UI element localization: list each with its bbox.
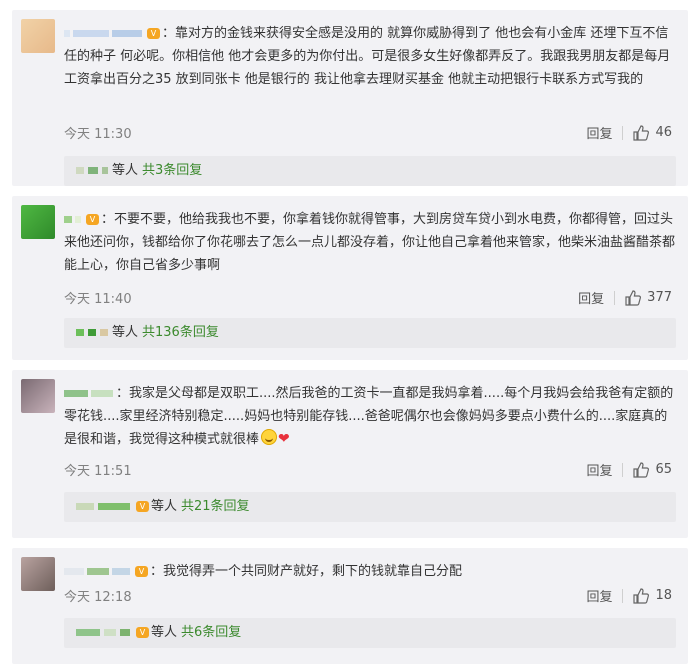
- thumbs-up-icon[interactable]: [633, 124, 650, 141]
- username-mosaic[interactable]: [64, 22, 145, 45]
- like-count: 18: [655, 588, 672, 603]
- vip-badge-icon: V: [136, 627, 149, 638]
- like-count: 377: [647, 290, 672, 305]
- comment-body: V ：我觉得弄一个共同财产就好，剩下的钱就靠自己分配: [64, 560, 676, 583]
- thumbs-up-icon[interactable]: [633, 461, 650, 478]
- comment-text: 我家是父母都是双职工....然后我爸的工资卡一直都是我妈拿着.....每个月我妈…: [64, 386, 674, 447]
- comment-text: 不要不要，他给我我也不要，你拿着钱你就得管事，大到房贷车贷小到水电费，你都得管，…: [64, 212, 676, 273]
- comment-body: ：我家是父母都是双职工....然后我爸的工资卡一直都是我妈拿着.....每个月我…: [64, 382, 676, 451]
- reply-button[interactable]: 回复: [586, 460, 612, 479]
- username-mosaic[interactable]: [64, 560, 133, 583]
- comment-card: ：我家是父母都是双职工....然后我爸的工资卡一直都是我妈拿着.....每个月我…: [12, 370, 688, 538]
- username-mosaic[interactable]: [64, 208, 84, 231]
- comment-text: 我觉得弄一个共同财产就好，剩下的钱就靠自己分配: [163, 564, 463, 579]
- colon: ：: [101, 212, 115, 227]
- comment-card: V ：靠对方的金钱来获得安全感是没用的 就算你威胁得到了 他也会有小金库 还埋下互…: [12, 10, 688, 186]
- sub-replies-who: 等人: [112, 163, 139, 178]
- laughing-emoji-icon: [261, 429, 278, 445]
- like-count: 65: [655, 462, 672, 477]
- reply-button[interactable]: 回复: [586, 586, 612, 605]
- sub-replies-who: 等人: [151, 625, 178, 640]
- sub-replies-box[interactable]: V 等人 共6条回复: [64, 618, 676, 648]
- sub-replies-count-link[interactable]: 共21条回复: [181, 499, 250, 514]
- heart-emoji-icon: ❤: [278, 431, 290, 447]
- vip-badge-icon: V: [86, 214, 99, 225]
- comment-body: V ：不要不要，他给我我也不要，你拿着钱你就得管事，大到房贷车贷小到水电费，你都得…: [64, 208, 676, 277]
- thumbs-up-icon[interactable]: [625, 289, 642, 306]
- divider: [622, 462, 624, 477]
- avatar[interactable]: [21, 379, 55, 413]
- sub-replies-count-link[interactable]: 共6条回复: [181, 625, 241, 640]
- colon: ：: [150, 564, 164, 579]
- sub-replies-box[interactable]: 等人 共136条回复: [64, 318, 676, 348]
- comment-actions: 回复 377: [578, 288, 672, 307]
- reply-button[interactable]: 回复: [578, 288, 604, 307]
- avatar[interactable]: [21, 19, 55, 53]
- vip-badge-icon: V: [136, 501, 149, 512]
- colon: ：: [162, 26, 176, 41]
- username-mosaic[interactable]: [64, 382, 116, 405]
- comment-actions: 回复 18: [586, 586, 672, 605]
- comment-card: V ：不要不要，他给我我也不要，你拿着钱你就得管事，大到房贷车贷小到水电费，你都得…: [12, 196, 688, 360]
- comment-time: 今天 11:51: [64, 464, 132, 479]
- comment-actions: 回复 65: [586, 460, 672, 479]
- sub-replies-box[interactable]: V 等人 共21条回复: [64, 492, 676, 522]
- comment-time: 今天 11:30: [64, 127, 132, 142]
- reply-button[interactable]: 回复: [586, 123, 612, 142]
- sub-replies-who: 等人: [151, 499, 178, 514]
- thumbs-up-icon[interactable]: [633, 587, 650, 604]
- comment-body: V ：靠对方的金钱来获得安全感是没用的 就算你威胁得到了 他也会有小金库 还埋下互…: [64, 22, 676, 91]
- divider: [614, 290, 616, 305]
- divider: [622, 588, 624, 603]
- avatar[interactable]: [21, 205, 55, 239]
- avatar[interactable]: [21, 557, 55, 591]
- divider: [622, 125, 624, 140]
- sub-replies-count-link[interactable]: 共136条回复: [142, 325, 219, 340]
- vip-badge-icon: V: [135, 566, 148, 577]
- sub-replies-count-link[interactable]: 共3条回复: [142, 163, 202, 178]
- colon: ：: [116, 386, 130, 401]
- vip-badge-icon: V: [147, 28, 160, 39]
- comment-time: 今天 12:18: [64, 590, 132, 605]
- comment-card: V ：我觉得弄一个共同财产就好，剩下的钱就靠自己分配 今天 12:18 回复 18…: [12, 548, 688, 664]
- comment-actions: 回复 46: [586, 123, 672, 142]
- sub-replies-box[interactable]: 等人 共3条回复: [64, 156, 676, 186]
- like-count: 46: [655, 125, 672, 140]
- comment-time: 今天 11:40: [64, 292, 132, 307]
- sub-replies-who: 等人: [112, 325, 139, 340]
